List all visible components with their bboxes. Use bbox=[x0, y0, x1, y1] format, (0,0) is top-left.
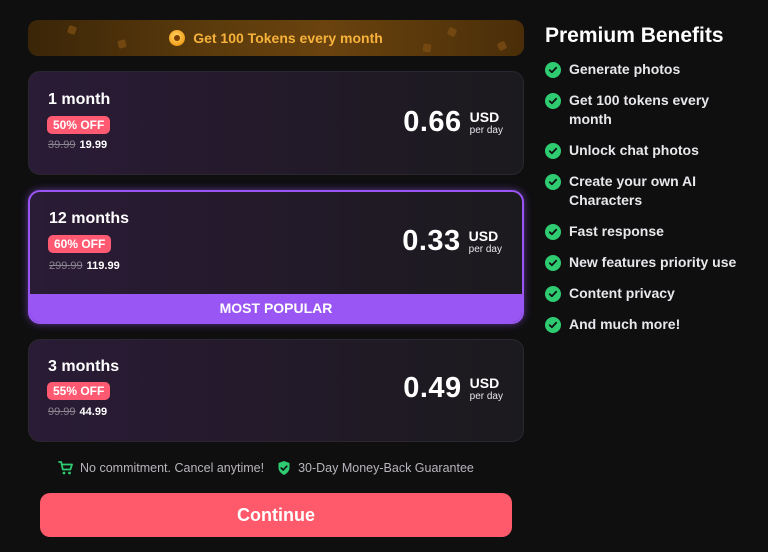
discount-badge: 55% OFF bbox=[47, 382, 111, 400]
benefits-list: Generate photos Get 100 tokens every mont… bbox=[545, 60, 755, 334]
plan-name: 1 month bbox=[48, 91, 111, 108]
check-circle-icon bbox=[545, 255, 561, 271]
check-circle-icon bbox=[545, 286, 561, 302]
currency: USD bbox=[469, 374, 500, 391]
old-price: 299.99 bbox=[49, 260, 83, 272]
benefit-text: New features priority use bbox=[569, 254, 737, 270]
benefit-item: And much more! bbox=[545, 315, 755, 334]
shopping-cart-icon bbox=[58, 461, 73, 475]
benefit-text: Create your own AI Characters bbox=[569, 173, 697, 208]
old-price: 99.99 bbox=[48, 406, 76, 418]
check-circle-icon bbox=[545, 174, 561, 190]
benefit-item: Content privacy bbox=[545, 284, 755, 303]
new-price: 119.99 bbox=[86, 260, 120, 272]
old-price: 39.99 bbox=[48, 139, 76, 151]
check-circle-icon bbox=[545, 62, 561, 78]
check-circle-icon bbox=[545, 93, 561, 109]
no-commitment-note: No commitment. Cancel anytime! bbox=[58, 460, 264, 476]
new-price: 44.99 bbox=[79, 406, 108, 418]
banner-text: Get 100 Tokens every month bbox=[193, 30, 383, 46]
benefit-text: Fast response bbox=[569, 223, 664, 239]
shield-check-icon bbox=[278, 461, 290, 475]
per-day-price: 0.33 USD per day bbox=[402, 225, 502, 258]
no-commitment-text: No commitment. Cancel anytime! bbox=[80, 461, 265, 475]
guarantee-row: No commitment. Cancel anytime! 30-Day Mo… bbox=[58, 459, 498, 477]
per-unit: per day bbox=[468, 243, 502, 255]
benefit-item: Fast response bbox=[545, 222, 755, 241]
discount-badge: 50% OFF bbox=[47, 116, 111, 134]
per-unit: per day bbox=[469, 124, 503, 136]
benefit-item: Create your own AI Characters bbox=[545, 172, 755, 210]
money-back-text: 30-Day Money-Back Guarantee bbox=[298, 461, 474, 475]
price-unit: USD per day bbox=[469, 229, 502, 255]
new-price: 19.99 bbox=[79, 139, 108, 151]
check-circle-icon bbox=[545, 317, 561, 333]
currency: USD bbox=[469, 108, 500, 125]
benefit-item: New features priority use bbox=[545, 253, 755, 272]
plan-card-12-months[interactable]: 12 months 60% OFF 299.99 119.99 0.33 USD… bbox=[28, 190, 524, 324]
check-circle-icon bbox=[545, 143, 561, 159]
benefits-title: Premium Benefits bbox=[545, 24, 724, 47]
benefit-text: Generate photos bbox=[569, 61, 681, 77]
premium-benefits-panel: Premium Benefits Generate photos Get 100 … bbox=[545, 24, 755, 346]
plan-prices: 39.99 19.99 bbox=[48, 139, 107, 151]
plan-card-1-month[interactable]: 1 month 50% OFF 39.99 19.99 0.66 USD per… bbox=[28, 71, 524, 175]
continue-button[interactable]: Continue bbox=[40, 493, 512, 537]
plan-prices: 99.99 44.99 bbox=[48, 406, 107, 418]
money-back-note: 30-Day Money-Back Guarantee bbox=[276, 460, 474, 476]
price-unit: USD per day bbox=[470, 110, 503, 136]
benefit-text: Unlock chat photos bbox=[569, 142, 699, 158]
per-day-price: 0.49 USD per day bbox=[403, 372, 503, 405]
discount-badge: 60% OFF bbox=[48, 235, 112, 253]
currency: USD bbox=[468, 227, 499, 244]
price-amount: 0.49 bbox=[403, 372, 462, 404]
benefit-text: Content privacy bbox=[569, 285, 675, 301]
benefit-item: Get 100 tokens every month bbox=[545, 91, 755, 129]
price-amount: 0.33 bbox=[402, 225, 461, 257]
price-amount: 0.66 bbox=[403, 106, 462, 138]
price-unit: USD per day bbox=[470, 376, 503, 402]
benefit-text: Get 100 tokens every month bbox=[569, 92, 710, 127]
benefit-text: And much more! bbox=[569, 316, 681, 332]
benefit-item: Generate photos bbox=[545, 60, 755, 79]
coin-icon bbox=[169, 30, 186, 46]
tokens-banner: Get 100 Tokens every month bbox=[28, 20, 524, 56]
benefit-item: Unlock chat photos bbox=[545, 141, 755, 160]
per-unit: per day bbox=[469, 390, 503, 402]
plan-name: 12 months bbox=[49, 210, 130, 227]
plan-prices: 299.99 119.99 bbox=[49, 260, 120, 272]
most-popular-badge: MOST POPULAR bbox=[30, 294, 522, 322]
plan-name: 3 months bbox=[48, 358, 120, 375]
per-day-price: 0.66 USD per day bbox=[403, 106, 503, 139]
check-circle-icon bbox=[545, 224, 561, 240]
plan-card-3-months[interactable]: 3 months 55% OFF 99.99 44.99 0.49 USD pe… bbox=[28, 339, 524, 442]
